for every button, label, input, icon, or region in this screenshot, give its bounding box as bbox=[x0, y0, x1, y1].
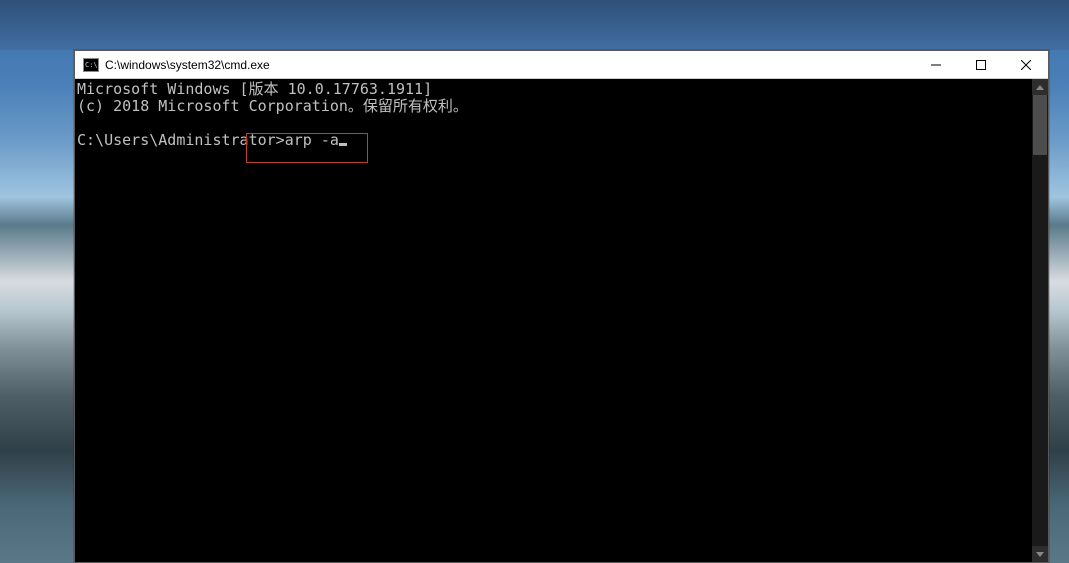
scrollbar-down-button[interactable] bbox=[1032, 546, 1048, 562]
cursor bbox=[339, 143, 347, 146]
close-button[interactable] bbox=[1003, 51, 1048, 79]
minimize-button[interactable] bbox=[913, 51, 958, 79]
prompt: C:\Users\Administrator> bbox=[77, 131, 285, 149]
terminal[interactable]: Microsoft Windows [版本 10.0.17763.1911] (… bbox=[75, 79, 1032, 562]
copyright-line: (c) 2018 Microsoft Corporation。保留所有权利。 bbox=[77, 97, 468, 115]
minimize-icon bbox=[931, 60, 941, 70]
cmd-icon bbox=[83, 58, 99, 72]
command-input[interactable]: arp -a bbox=[285, 131, 339, 149]
window-title: C:\windows\system32\cmd.exe bbox=[105, 58, 913, 72]
version-line: Microsoft Windows [版本 10.0.17763.1911] bbox=[77, 80, 432, 98]
window-controls bbox=[913, 51, 1048, 78]
maximize-button[interactable] bbox=[958, 51, 1003, 79]
prompt-line: C:\Users\Administrator>arp -a bbox=[77, 132, 1032, 149]
cmd-window: C:\windows\system32\cmd.exe Microsoft Wi… bbox=[74, 50, 1049, 563]
terminal-area: Microsoft Windows [版本 10.0.17763.1911] (… bbox=[75, 79, 1048, 562]
maximize-icon bbox=[976, 60, 986, 70]
scrollbar-thumb[interactable] bbox=[1033, 95, 1047, 155]
scrollbar-up-button[interactable] bbox=[1032, 79, 1048, 95]
vertical-scrollbar[interactable] bbox=[1032, 79, 1048, 562]
close-icon bbox=[1021, 60, 1031, 70]
titlebar[interactable]: C:\windows\system32\cmd.exe bbox=[75, 51, 1048, 79]
